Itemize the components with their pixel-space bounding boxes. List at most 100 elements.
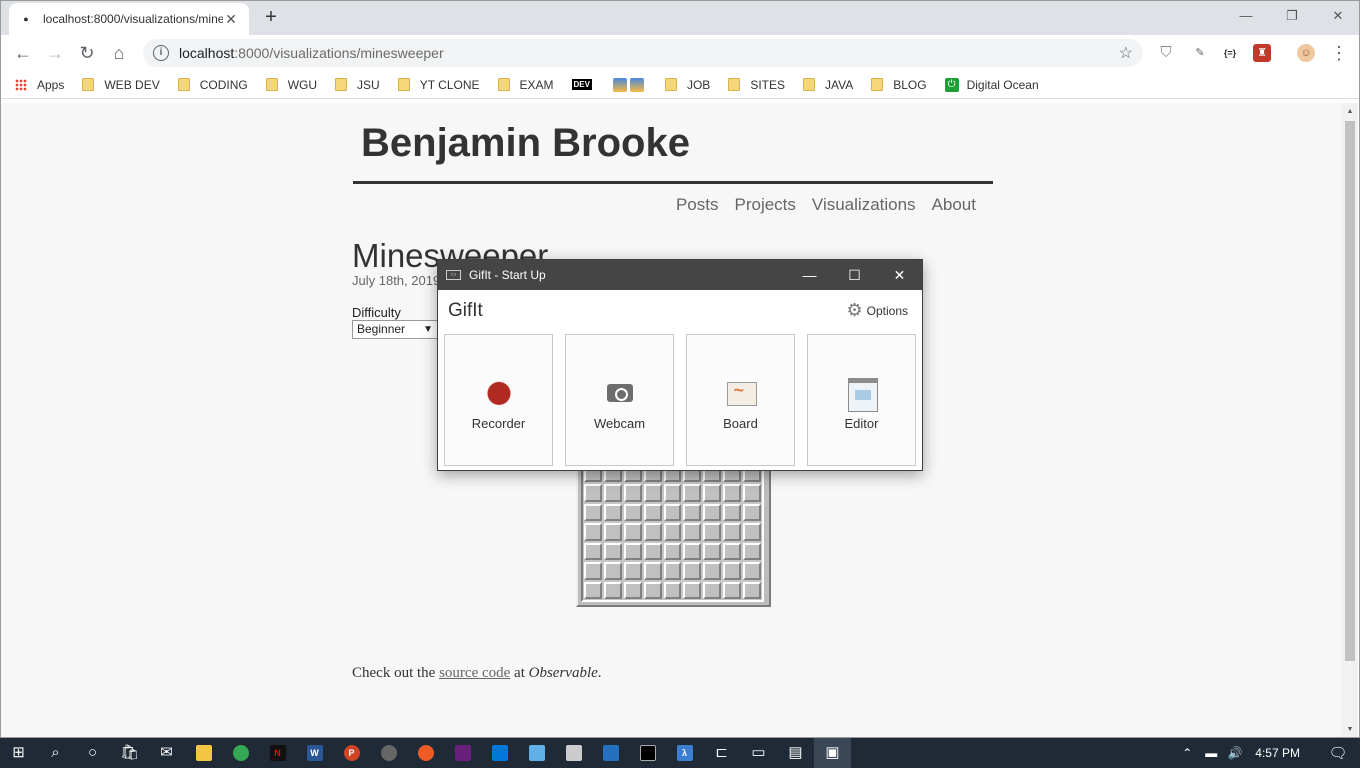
mine-cell[interactable]	[603, 562, 622, 580]
mine-cell[interactable]	[623, 581, 642, 599]
mine-cell[interactable]	[584, 581, 602, 599]
mine-cell[interactable]	[743, 581, 761, 599]
mine-cell[interactable]	[723, 503, 742, 522]
mine-cell[interactable]	[743, 484, 761, 502]
mine-cell[interactable]	[703, 523, 722, 541]
mine-cell[interactable]	[723, 542, 742, 561]
mine-cell[interactable]	[584, 484, 602, 502]
volume-icon[interactable]: 🔊	[1223, 746, 1247, 760]
nav-visualizations[interactable]: Visualizations	[812, 195, 916, 215]
powershell-icon[interactable]	[592, 738, 629, 768]
red-extension-icon[interactable]: ♜	[1253, 44, 1271, 62]
bookmark-folder[interactable]: WGU	[265, 78, 317, 92]
mine-cell[interactable]	[703, 484, 722, 502]
mine-cell[interactable]	[643, 523, 662, 541]
mine-cell[interactable]	[584, 562, 602, 580]
bookmark-folder[interactable]: CODING	[177, 78, 248, 92]
bookmark-folder[interactable]: YT CLONE	[397, 78, 480, 92]
back-arrow-icon[interactable]: ←	[11, 41, 35, 65]
gifit-titlebar[interactable]: ▭ GifIt - Start Up — ☐ ✕	[438, 260, 922, 290]
mine-cell[interactable]	[683, 523, 702, 541]
nav-projects[interactable]: Projects	[735, 195, 796, 215]
mine-cell[interactable]	[683, 562, 702, 580]
mine-cell[interactable]	[683, 503, 702, 522]
eyedropper-extension-icon[interactable]: ✎	[1191, 44, 1209, 62]
window-restore-button[interactable]: ❐	[1269, 3, 1315, 31]
profile-avatar[interactable]: ☺	[1297, 44, 1315, 62]
gitkraken-icon[interactable]	[370, 738, 407, 768]
task-list-icon[interactable]: ⊏	[703, 738, 740, 768]
difficulty-select[interactable]: Beginner ▼	[352, 320, 438, 339]
mine-cell[interactable]	[643, 562, 662, 580]
gifit-close-button[interactable]: ✕	[877, 267, 922, 284]
lambda-app-icon[interactable]: λ	[666, 738, 703, 768]
recorder-tile[interactable]: Recorder	[444, 334, 553, 466]
command-prompt-icon[interactable]	[629, 738, 666, 768]
shield-app-icon[interactable]	[518, 738, 555, 768]
mine-cell[interactable]	[584, 503, 602, 522]
mine-cell[interactable]	[743, 503, 761, 522]
shield-extension-icon[interactable]: ⛉	[1157, 44, 1175, 62]
bookmark-folder[interactable]: JOB	[664, 78, 710, 92]
gifit-maximize-button[interactable]: ☐	[832, 267, 877, 284]
bookmark-image[interactable]	[612, 77, 647, 92]
chrome-icon[interactable]	[222, 738, 259, 768]
remote-desktop-icon[interactable]: ▭	[740, 738, 777, 768]
mine-cell[interactable]	[703, 581, 722, 599]
menu-kebab-icon[interactable]: ⋮	[1327, 41, 1351, 65]
mine-cell[interactable]	[703, 542, 722, 561]
mine-cell[interactable]	[623, 503, 642, 522]
json-extension-icon[interactable]: {=}	[1221, 44, 1239, 62]
mine-cell[interactable]	[663, 523, 682, 541]
mine-cell[interactable]	[663, 581, 682, 599]
bookmark-folder[interactable]: SITES	[728, 78, 785, 92]
forward-arrow-icon[interactable]: →	[43, 41, 67, 65]
mine-cell[interactable]	[623, 523, 642, 541]
gifit-minimize-button[interactable]: —	[787, 267, 832, 283]
powerpoint-icon[interactable]: P	[333, 738, 370, 768]
mine-cell[interactable]	[584, 523, 602, 541]
mine-cell[interactable]	[683, 542, 702, 561]
bookmark-digital-ocean[interactable]: ⏻ Digital Ocean	[944, 77, 1039, 92]
mine-cell[interactable]	[603, 484, 622, 502]
mine-cell[interactable]	[683, 581, 702, 599]
start-windows-icon[interactable]: ⊞	[0, 738, 37, 768]
bookmark-folder[interactable]: JSU	[335, 78, 380, 92]
editor-tile[interactable]: Editor	[807, 334, 916, 466]
new-tab-button[interactable]: +	[259, 6, 283, 30]
mine-cell[interactable]	[603, 503, 622, 522]
source-code-link[interactable]: source code	[439, 665, 510, 681]
webcam-tile[interactable]: Webcam	[565, 334, 674, 466]
bookmark-dev[interactable]: DEV	[571, 79, 595, 90]
gifit-taskbar-icon[interactable]: ▣	[814, 738, 851, 768]
mine-cell[interactable]	[663, 562, 682, 580]
browser-tab[interactable]: ● localhost:8000/visualizations/mineswee…	[9, 3, 249, 35]
search-icon[interactable]: ⌕	[37, 738, 74, 768]
mine-cell[interactable]	[663, 503, 682, 522]
mine-cell[interactable]	[683, 484, 702, 502]
mine-cell[interactable]	[723, 581, 742, 599]
cortana-icon[interactable]: ○	[74, 738, 111, 768]
mine-cell[interactable]	[603, 581, 622, 599]
bookmark-star-icon[interactable]: ☆	[1119, 43, 1133, 63]
mine-cell[interactable]	[743, 542, 761, 561]
site-title[interactable]: Benjamin Brooke	[361, 121, 690, 166]
postman-icon[interactable]	[407, 738, 444, 768]
bookmark-folder[interactable]: JAVA	[803, 78, 853, 92]
tab-close-icon[interactable]: ✕	[223, 11, 239, 28]
mine-cell[interactable]	[584, 542, 602, 561]
mine-cell[interactable]	[723, 484, 742, 502]
mine-cell[interactable]	[643, 542, 662, 561]
nav-about[interactable]: About	[932, 195, 976, 215]
board-tile[interactable]: Board	[686, 334, 795, 466]
bookmark-folder[interactable]: EXAM	[497, 78, 554, 92]
scrollbar-thumb[interactable]	[1345, 121, 1355, 661]
mine-cell[interactable]	[623, 542, 642, 561]
home-icon[interactable]: ⌂	[107, 41, 131, 65]
chevron-up-icon[interactable]: ⌃	[1175, 746, 1199, 760]
mine-cell[interactable]	[703, 503, 722, 522]
file-explorer-icon[interactable]	[185, 738, 222, 768]
visual-studio-icon[interactable]	[444, 738, 481, 768]
mine-cell[interactable]	[623, 562, 642, 580]
mine-cell[interactable]	[743, 562, 761, 580]
